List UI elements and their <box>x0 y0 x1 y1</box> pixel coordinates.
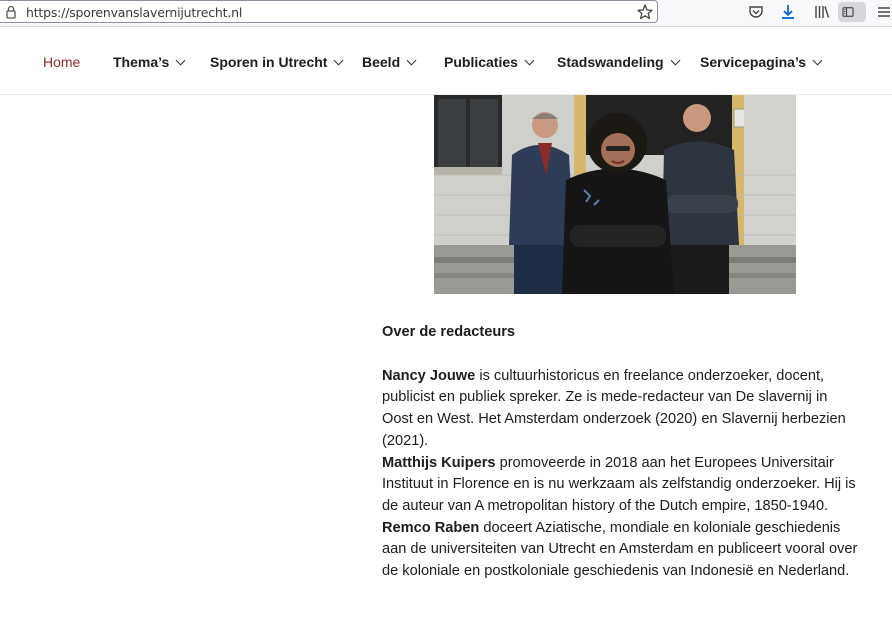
nav-item-sporen-in-utrecht[interactable]: Sporen in Utrecht <box>210 54 344 70</box>
editors-section: Over de redacteurs Nancy Jouwe is cultuu… <box>382 322 862 583</box>
library-icon[interactable] <box>812 2 832 22</box>
nav-item-publicaties[interactable]: Publicaties <box>444 54 535 70</box>
chevron-down-icon <box>334 55 344 66</box>
chevron-down-icon <box>524 55 535 66</box>
nav-item-label: Home <box>43 54 81 70</box>
site-navigation: Home Thema’s Sporen in Utrecht Beeld Pub… <box>0 30 892 95</box>
star-icon[interactable] <box>636 3 654 21</box>
nav-item-stadswandeling[interactable]: Stadswandeling <box>557 54 681 70</box>
lock-icon[interactable] <box>6 4 16 20</box>
bio-nancy-jouwe: Nancy Jouwe is cultuurhistoricus en free… <box>382 366 862 453</box>
chevron-down-icon <box>812 55 823 66</box>
bio-matthijs-kuipers: Matthijs Kuipers promoveerde in 2018 aan… <box>382 453 862 518</box>
nav-item-label: Servicepagina’s <box>700 54 807 70</box>
nav-item-themas[interactable]: Thema’s <box>113 54 186 70</box>
bio-name: Remco Raben <box>382 519 480 536</box>
nav-item-label: Stadswandeling <box>557 54 664 70</box>
nav-item-label: Thema’s <box>113 54 170 70</box>
bio-name: Nancy Jouwe <box>382 367 476 384</box>
nav-item-label: Sporen in Utrecht <box>210 54 328 70</box>
nav-item-servicepaginas[interactable]: Servicepagina’s <box>700 54 823 70</box>
bio-remco-raben: Remco Raben doceert Aziatische, mondiale… <box>382 518 862 583</box>
nav-item-home[interactable]: Home <box>43 54 80 70</box>
nav-item-beeld[interactable]: Beeld <box>362 54 417 70</box>
menu-icon[interactable] <box>874 2 892 22</box>
sidebar-icon[interactable] <box>838 2 866 22</box>
url-bar[interactable]: https://sporenvanslavernijutrecht.nl <box>0 0 658 23</box>
nav-item-label: Publicaties <box>444 54 518 70</box>
editors-photo <box>434 95 796 294</box>
bio-name: Matthijs Kuipers <box>382 454 496 471</box>
chevron-down-icon <box>406 55 417 66</box>
section-heading: Over de redacteurs <box>382 324 516 340</box>
nav-item-label: Beeld <box>362 54 401 70</box>
chevron-down-icon <box>670 55 681 66</box>
chevron-down-icon <box>175 55 186 66</box>
download-icon[interactable] <box>778 2 798 22</box>
pocket-icon[interactable] <box>746 2 766 22</box>
browser-toolbar: https://sporenvanslavernijutrecht.nl <box>0 0 892 27</box>
url-text[interactable]: https://sporenvanslavernijutrecht.nl <box>26 5 242 20</box>
